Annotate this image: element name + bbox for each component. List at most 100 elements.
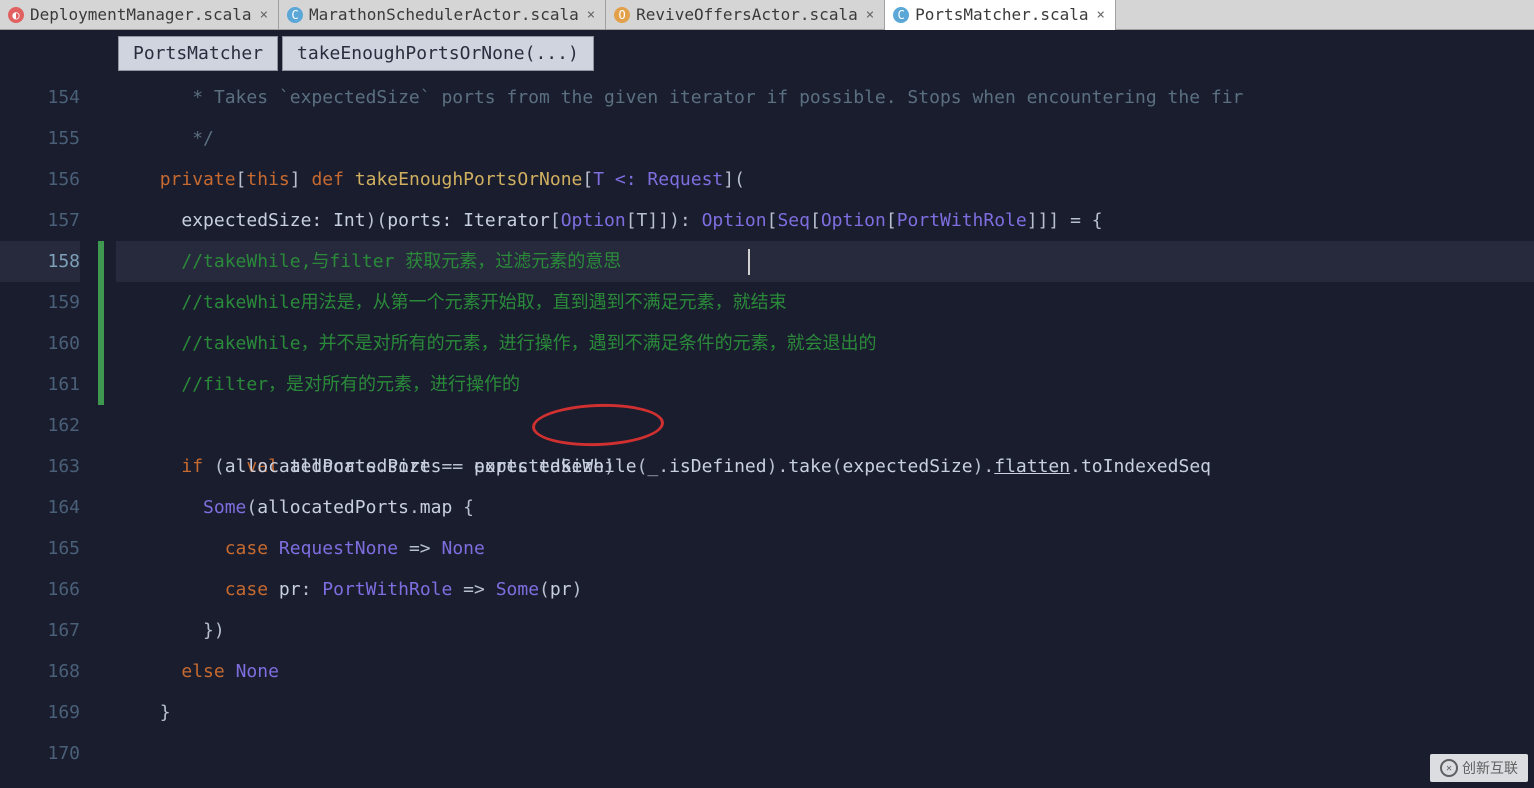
brace: }	[160, 702, 171, 723]
code-line[interactable]: if (allocatedPorts.size == expectedSize)	[116, 446, 1534, 487]
type-param: T <: Request	[593, 169, 723, 190]
tab-label: MarathonSchedulerActor.scala	[309, 5, 579, 24]
tab-deployment-manager[interactable]: ◐ DeploymentManager.scala ×	[0, 0, 279, 30]
doc-comment: */	[181, 128, 214, 149]
method-call: size	[387, 456, 430, 477]
code-line[interactable]: * Takes `expectedSize` ports from the gi…	[116, 77, 1534, 118]
type: None	[236, 661, 279, 682]
line-number: 157	[0, 200, 80, 241]
code-line[interactable]: */	[116, 118, 1534, 159]
line-number: 166	[0, 569, 80, 610]
code-line-current[interactable]: //takeWhile,与filter 获取元素，过滤元素的意思	[116, 241, 1534, 282]
line-number: 163	[0, 446, 80, 487]
watermark: ✕ 创新互联	[1430, 754, 1528, 782]
fold-column	[104, 77, 116, 774]
identifier: pr	[550, 579, 572, 600]
code-line[interactable]: private[this] def takeEnoughPortsOrNone[…	[116, 159, 1534, 200]
keyword: case	[225, 579, 268, 600]
type: Option	[561, 210, 626, 231]
code-line[interactable]: })	[116, 610, 1534, 651]
tab-label: ReviveOffersActor.scala	[636, 5, 858, 24]
line-number: 164	[0, 487, 80, 528]
code-line[interactable]: val allocatedPorts = ports.takeWhile(_.i…	[116, 405, 1534, 446]
identifier: allocatedPorts	[257, 497, 409, 518]
close-icon[interactable]: ×	[585, 7, 597, 23]
scala-class-icon: C	[287, 7, 303, 23]
breadcrumb-bar: PortsMatcher takeEnoughPortsOrNone(...)	[0, 30, 1534, 77]
code-line[interactable]: else None	[116, 651, 1534, 692]
type: PortWithRole	[897, 210, 1027, 231]
type: Option	[702, 210, 767, 231]
text-caret	[748, 249, 750, 275]
line-number: 168	[0, 651, 80, 692]
type: Some	[203, 497, 246, 518]
keyword: private	[160, 169, 236, 190]
type: Some	[496, 579, 539, 600]
type: PortWithRole	[322, 579, 452, 600]
doc-comment: * Takes `expectedSize` ports from the gi…	[181, 87, 1243, 108]
close-icon[interactable]: ×	[1095, 7, 1107, 23]
type: Seq	[777, 210, 810, 231]
code-line[interactable]: expectedSize: Int)(ports: Iterator[Optio…	[116, 200, 1534, 241]
line-number: 160	[0, 323, 80, 364]
code-editor[interactable]: 154 155 156 157 158 159 160 161 162 163 …	[0, 77, 1534, 774]
line-comment: //takeWhile,与filter 获取元素，过滤元素的意思	[181, 251, 621, 272]
method-name: takeEnoughPortsOrNone	[355, 169, 583, 190]
code-area[interactable]: * Takes `expectedSize` ports from the gi…	[116, 77, 1534, 774]
tab-revive-offers[interactable]: O ReviveOffersActor.scala ×	[606, 0, 885, 30]
keyword: else	[181, 661, 224, 682]
type: Option	[821, 210, 886, 231]
code-line[interactable]: //filter，是对所有的元素，进行操作的	[116, 364, 1534, 405]
watermark-logo-icon: ✕	[1440, 759, 1458, 777]
line-number: 154	[0, 77, 80, 118]
line-comment: //filter，是对所有的元素，进行操作的	[181, 374, 520, 395]
line-number: 158	[0, 241, 80, 282]
close-icon[interactable]: ×	[258, 7, 270, 23]
line-number: 167	[0, 610, 80, 651]
tab-label: PortsMatcher.scala	[915, 5, 1088, 24]
breadcrumb-class[interactable]: PortsMatcher	[118, 36, 278, 71]
line-number: 165	[0, 528, 80, 569]
keyword: this	[246, 169, 289, 190]
breadcrumb-method[interactable]: takeEnoughPortsOrNone(...)	[282, 36, 594, 71]
code-line[interactable]: //takeWhile，并不是对所有的元素，进行操作，遇到不满足条件的元素，就会…	[116, 323, 1534, 364]
close-icon[interactable]: ×	[864, 7, 876, 23]
identifier: expectedSize	[474, 456, 604, 477]
keyword: def	[311, 169, 344, 190]
tab-label: DeploymentManager.scala	[30, 5, 252, 24]
line-comment: //takeWhile用法是，从第一个元素开始取，直到遇到不满足元素，就结束	[181, 292, 786, 313]
line-comment: //takeWhile，并不是对所有的元素，进行操作，遇到不满足条件的元素，就会…	[181, 333, 876, 354]
line-number: 162	[0, 405, 80, 446]
tab-ports-matcher[interactable]: C PortsMatcher.scala ×	[885, 0, 1116, 30]
line-number-gutter: 154 155 156 157 158 159 160 161 162 163 …	[0, 77, 98, 774]
keyword: case	[225, 538, 268, 559]
line-number: 159	[0, 282, 80, 323]
code-line[interactable]: case pr: PortWithRole => Some(pr)	[116, 569, 1534, 610]
identifier: pr	[279, 579, 301, 600]
line-number: 156	[0, 159, 80, 200]
code-line[interactable]: }	[116, 692, 1534, 733]
line-number: 161	[0, 364, 80, 405]
method-call: map	[420, 497, 453, 518]
code-line[interactable]: case RequestNone => None	[116, 528, 1534, 569]
scala-class-icon: C	[893, 7, 909, 23]
brace: })	[203, 620, 225, 641]
watermark-text: 创新互联	[1462, 758, 1518, 778]
type: RequestNone	[279, 538, 398, 559]
highlight-ellipse-annotation	[531, 402, 664, 449]
line-number: 170	[0, 733, 80, 774]
line-number: 169	[0, 692, 80, 733]
scala-object-icon: O	[614, 7, 630, 23]
editor-tabs-bar: ◐ DeploymentManager.scala × C MarathonSc…	[0, 0, 1534, 30]
type: None	[441, 538, 484, 559]
code-line[interactable]: Some(allocatedPorts.map {	[116, 487, 1534, 528]
identifier: allocatedPorts	[225, 456, 377, 477]
tab-marathon-scheduler[interactable]: C MarathonSchedulerActor.scala ×	[279, 0, 606, 30]
line-number: 155	[0, 118, 80, 159]
code-line[interactable]: //takeWhile用法是，从第一个元素开始取，直到遇到不满足元素，就结束	[116, 282, 1534, 323]
parameter: expectedSize: Int	[181, 210, 365, 231]
scala-file-icon: ◐	[8, 7, 24, 23]
code-line[interactable]	[116, 733, 1534, 774]
keyword: if	[181, 456, 203, 477]
parameter: ports: Iterator	[387, 210, 550, 231]
